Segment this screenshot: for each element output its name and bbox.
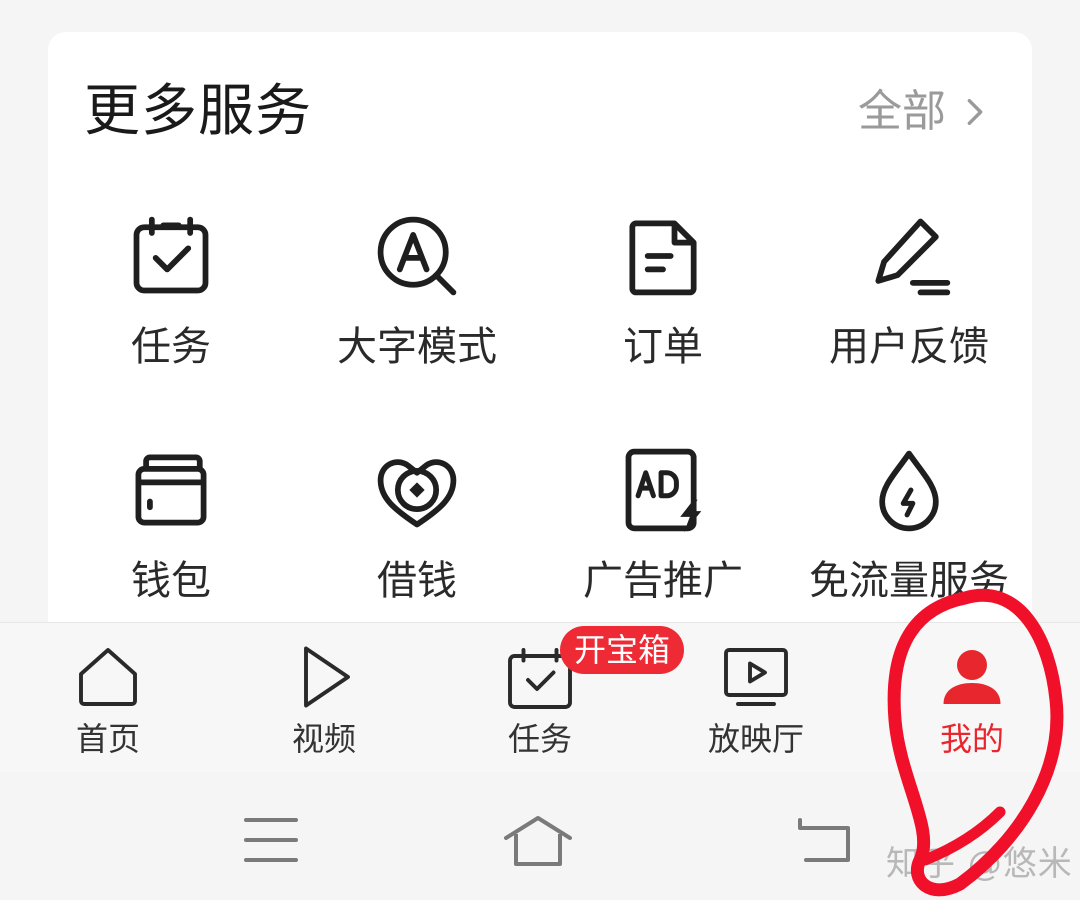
back-icon[interactable]	[792, 812, 864, 868]
service-item-wallet[interactable]: 钱包	[48, 444, 294, 606]
service-item-orders[interactable]: 订单	[540, 210, 786, 372]
service-item-loan[interactable]: 借钱	[294, 444, 540, 606]
more-services-card: 更多服务 全部 任务 大字模式 订单 用户反馈 钱包 借钱 广告推广 免流量服务	[48, 32, 1032, 632]
chevron-right-icon	[967, 98, 983, 126]
service-item-free-data[interactable]: 免流量服务	[786, 444, 1032, 606]
service-item-label: 任务	[131, 324, 211, 370]
service-item-ad-promotion[interactable]: 广告推广	[540, 444, 786, 606]
open-treasure-chest-badge[interactable]: 开宝箱	[560, 626, 685, 674]
tab-label: 视频	[291, 720, 356, 758]
service-item-label: 订单	[623, 324, 703, 370]
service-item-label: 大字模式	[337, 324, 497, 370]
menu-icon[interactable]	[236, 812, 308, 868]
service-item-large-font[interactable]: 大字模式	[294, 210, 540, 372]
tab-home[interactable]: 首页	[0, 641, 216, 759]
zhihu-watermark: 知乎 @悠米	[886, 844, 1073, 884]
large-font-icon	[377, 216, 457, 296]
play-icon	[304, 646, 350, 708]
task-calendar-icon	[133, 216, 209, 294]
service-item-label: 钱包	[131, 558, 211, 604]
tab-label: 任务	[507, 720, 572, 758]
service-item-feedback[interactable]: 用户反馈	[786, 210, 1032, 372]
more-services-title: 更多服务	[84, 79, 312, 144]
ad-promotion-icon	[625, 448, 702, 533]
service-item-task[interactable]: 任务	[48, 210, 294, 372]
service-item-label: 免流量服务	[809, 558, 1009, 604]
tab-label: 我的	[939, 720, 1004, 758]
service-item-label: 广告推广	[583, 558, 743, 604]
wallet-icon	[135, 454, 207, 526]
tab-video[interactable]: 视频	[216, 641, 432, 759]
tv-play-icon	[724, 648, 788, 706]
service-item-label: 用户反馈	[829, 324, 989, 370]
free-data-icon	[879, 450, 939, 532]
loan-icon	[377, 459, 457, 528]
service-item-label: 借钱	[377, 558, 457, 604]
tab-label: 放映厅	[707, 720, 804, 758]
tab-label: 首页	[75, 720, 140, 758]
profile-icon	[943, 650, 1001, 704]
order-document-icon	[629, 220, 697, 296]
feedback-pen-icon	[875, 218, 951, 296]
bottom-tab-bar: 首页 视频 任务 放映厅 我的	[0, 622, 1080, 773]
home-icon	[79, 648, 137, 706]
tab-mine[interactable]: 我的	[864, 641, 1080, 759]
home-outline-icon[interactable]	[502, 812, 574, 868]
view-all-link[interactable]: 全部	[858, 84, 992, 140]
view-all-label: 全部	[858, 86, 946, 137]
